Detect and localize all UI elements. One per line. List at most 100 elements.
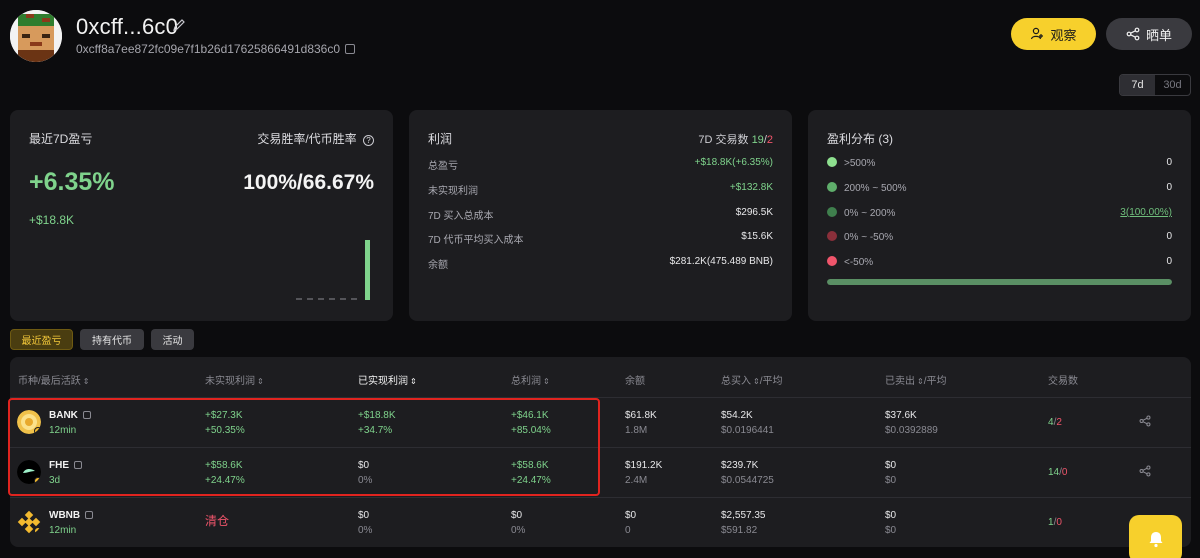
header-realized[interactable]: 已实现利润 ⇕ — [358, 372, 417, 387]
wallet-name: 0xcff...6c0 — [76, 14, 179, 39]
range-30d[interactable]: 30d — [1155, 75, 1190, 95]
token-symbol: WBNB — [49, 510, 81, 521]
distribution-row: 0% ~ -50% 0 — [827, 231, 1172, 243]
profit-row: 7D 买入总成本 $296.5K — [428, 207, 773, 222]
share-label: 晒单 — [1145, 27, 1172, 43]
legend-dot — [827, 256, 837, 266]
closed-position-label: 清仓 — [205, 514, 230, 528]
header-trades: 交易数 — [1048, 376, 1078, 387]
tab-holdings[interactable]: 持有代币 — [80, 329, 144, 350]
balance: $191.2K 2.4M — [625, 458, 662, 488]
header-balance: 余额 — [625, 376, 645, 387]
pnl-amount: +$18.8K — [29, 213, 75, 227]
sell-avg: $0 — [885, 475, 897, 486]
balance-value: $191.2K — [625, 460, 663, 471]
divider — [10, 497, 1191, 498]
distribution-label: 200% ~ 500% — [844, 183, 907, 194]
profit-row-value: +$18.8K(+6.35%) — [694, 157, 773, 168]
header-sold-label: 已卖出 — [885, 376, 915, 387]
legend-dot — [827, 182, 837, 192]
profit-row-value: $296.5K — [735, 207, 773, 218]
distribution-bar-fill — [827, 279, 1172, 285]
range-7d[interactable]: 7d — [1120, 75, 1155, 95]
sell-value: $0 — [885, 460, 897, 471]
buy-value: $239.7K — [721, 460, 759, 471]
wallet-address-text: 0xcff8a7ee872fc09e7f1b26d17625866491d836… — [76, 42, 341, 56]
tab-activity[interactable]: 活动 — [151, 329, 194, 350]
winrate-label-text: 交易胜率/代币胜率 — [257, 132, 357, 146]
trade-count: 4/2 — [1048, 415, 1062, 430]
pnl-card: 最近7D盈亏 交易胜率/代币胜率 ? +6.35% 100%/66.67% +$… — [10, 110, 393, 321]
header-token-label: 币种/最后活跃 — [18, 376, 81, 387]
total-sold: $0 $0 — [885, 458, 896, 488]
info-icon[interactable]: ? — [363, 135, 374, 146]
header-total-profit[interactable]: 总利润 ⇕ — [511, 372, 550, 387]
header-sold[interactable]: 已卖出 ⇕/平均 — [885, 372, 946, 387]
balance: $61.8K 1.8M — [625, 408, 657, 438]
total-buy: $239.7K $0.0544725 — [721, 458, 774, 488]
distribution-label: >500% — [844, 158, 876, 169]
legend-dot — [827, 207, 837, 217]
header-total-buy[interactable]: 总买入 ⇕/平均 — [721, 372, 782, 387]
trade-loss: 0 — [1061, 467, 1068, 478]
sort-icon: ⇕ — [257, 377, 264, 386]
trade-loss: 2 — [1056, 417, 1062, 428]
balance-value: $61.8K — [625, 410, 657, 421]
time-range-toggle: 7d 30d — [1119, 74, 1191, 96]
header-total-profit-label: 总利润 — [511, 376, 541, 387]
legend-dot — [827, 231, 837, 241]
realized-profit: $0 0% — [358, 508, 372, 538]
distribution-row: >500% 0 — [827, 157, 1172, 169]
total-sold: $37.6K $0.0392889 — [885, 408, 938, 438]
sell-value: $0 — [885, 510, 897, 521]
highlight-box — [8, 398, 600, 496]
share-button[interactable]: 晒单 — [1106, 18, 1192, 50]
distribution-label: 0% ~ 200% — [844, 208, 896, 219]
header-unrealized[interactable]: 未实现利润 ⇕ — [205, 372, 264, 387]
distribution-bar — [827, 279, 1172, 285]
tab-recent-pnl[interactable]: 最近盈亏 — [10, 329, 73, 350]
trade-count-loss: 2 — [766, 134, 773, 146]
distribution-row: 0% ~ 200% 3(100.00%) — [827, 207, 1172, 219]
distribution-value-link[interactable]: 3(100.00%) — [1120, 207, 1172, 219]
winrate-label: 交易胜率/代币胜率 ? — [257, 130, 374, 147]
profit-row: 余额 $281.2K(475.489 BNB) — [428, 256, 773, 271]
profit-row-label: 未实现利润 — [428, 186, 478, 197]
share-icon[interactable] — [1139, 415, 1151, 430]
share-icon — [1126, 27, 1140, 41]
total-profit: $0 0% — [511, 508, 525, 538]
wbnb-token-icon — [17, 510, 42, 539]
distribution-title: 盈利分布 (3) — [827, 132, 894, 146]
copy-icon[interactable] — [345, 44, 356, 54]
header-unrealized-label: 未实现利润 — [205, 376, 255, 387]
profit-row-value: +$132.8K — [729, 182, 773, 193]
header-token[interactable]: 币种/最后活跃 ⇕ — [18, 372, 89, 387]
sell-avg: $0 — [885, 525, 897, 536]
header-sell-avg-label: /平均 — [923, 376, 947, 387]
watch-button[interactable]: 观察 — [1011, 18, 1096, 50]
copy-icon[interactable] — [85, 511, 94, 519]
buy-value: $54.2K — [721, 410, 753, 421]
buy-avg: $0.0196441 — [721, 425, 774, 436]
user-add-icon — [1031, 27, 1044, 40]
edit-icon[interactable] — [172, 18, 188, 34]
profit-title: 利润 — [428, 132, 453, 146]
header-total-buy-label: 总买入 — [721, 376, 751, 387]
trade-count: 7D 交易数 19/2 — [698, 131, 773, 147]
table-row-wbnb[interactable]: WBNB 12min — [49, 508, 94, 538]
profit-row-label: 总盈亏 — [428, 161, 458, 172]
trade-win: 14 — [1048, 467, 1060, 478]
sort-icon: ⇕ — [410, 377, 417, 386]
notification-button[interactable] — [1129, 515, 1182, 558]
distribution-row: <-50% 0 — [827, 256, 1172, 268]
sell-value: $37.6K — [885, 410, 917, 421]
trade-count: 1/0 — [1048, 515, 1062, 530]
sort-icon: ⇕ — [82, 377, 90, 386]
buy-avg: $591.82 — [721, 525, 758, 536]
realized-value: $0 — [358, 510, 370, 521]
share-icon[interactable] — [1139, 465, 1151, 480]
profit-row-label: 7D 代币平均买入成本 — [428, 235, 524, 246]
distribution-value: 0 — [1166, 157, 1172, 168]
buy-value: $2,557.35 — [721, 510, 766, 521]
total-buy: $2,557.35 $591.82 — [721, 508, 766, 538]
